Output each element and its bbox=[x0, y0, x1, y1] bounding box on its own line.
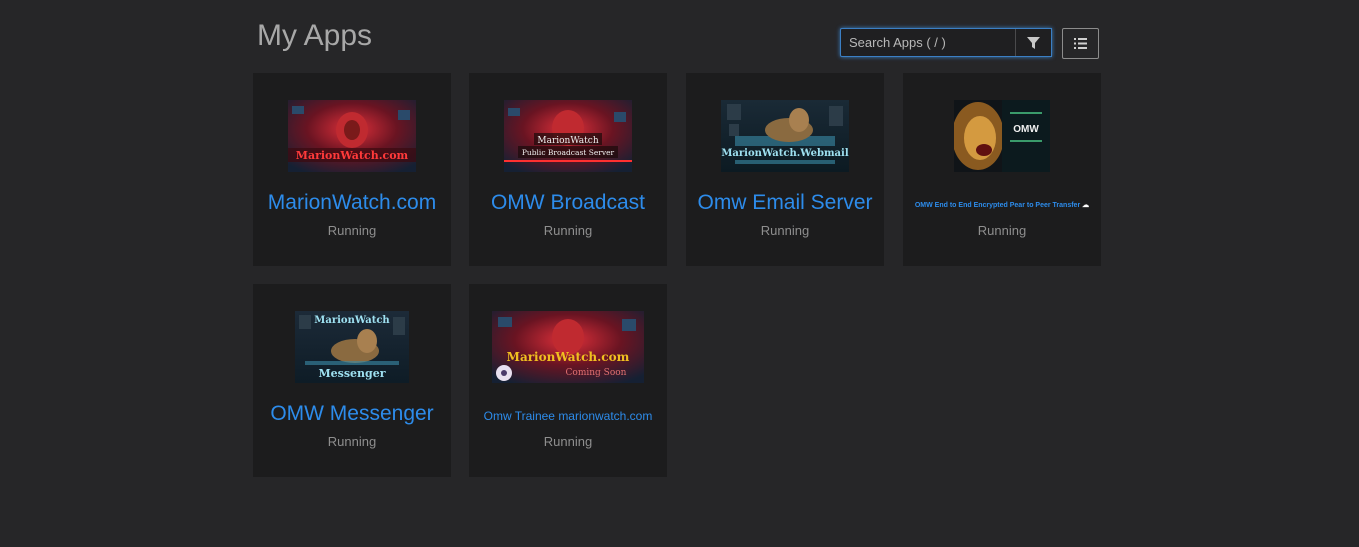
filter-icon bbox=[1027, 36, 1040, 49]
thumb-caption: MarionWatch bbox=[537, 136, 598, 146]
filter-button[interactable] bbox=[1015, 29, 1051, 56]
cloud-icon: ☁ bbox=[1082, 202, 1090, 209]
app-card-p2p-transfer[interactable]: OMW OMW End to End Encrypted Pear to Pee… bbox=[903, 73, 1101, 266]
app-thumbnail: MarionWatch.com bbox=[288, 100, 416, 172]
app-title[interactable]: OMW End to End Encrypted Pear to Peer Tr… bbox=[903, 201, 1101, 209]
thumb-subcaption: Public Broadcast Server bbox=[522, 148, 615, 157]
page-title: My Apps bbox=[257, 19, 373, 52]
thumb-caption: MarionWatch.Webmail bbox=[721, 148, 848, 159]
app-thumbnail: MarionWatch.com Coming Soon bbox=[492, 311, 644, 383]
search-input[interactable] bbox=[841, 29, 1017, 56]
app-status: Running bbox=[760, 223, 810, 238]
app-status: Running bbox=[543, 223, 593, 238]
list-view-icon bbox=[1074, 38, 1087, 49]
app-title[interactable]: OMW Broadcast bbox=[469, 191, 667, 215]
app-card-marionwatch[interactable]: MarionWatch.com MarionWatch.com Running bbox=[253, 73, 451, 266]
app-status: Running bbox=[977, 223, 1027, 238]
app-thumbnail: MarionWatch Public Broadcast Server bbox=[504, 100, 632, 172]
app-card-trainee[interactable]: MarionWatch.com Coming Soon Omw Trainee … bbox=[469, 284, 667, 477]
list-view-button[interactable] bbox=[1062, 28, 1099, 59]
thumb-caption: MarionWatch.com bbox=[507, 350, 630, 364]
app-title[interactable]: Omw Trainee marionwatch.com bbox=[469, 409, 667, 423]
thumb-caption: OMW bbox=[1013, 124, 1039, 135]
app-card-broadcast[interactable]: MarionWatch Public Broadcast Server OMW … bbox=[469, 73, 667, 266]
thumb-caption: MarionWatch.com bbox=[296, 149, 409, 162]
app-card-messenger[interactable]: MarionWatch Messenger OMW Messenger Runn… bbox=[253, 284, 451, 477]
app-title[interactable]: OMW Messenger bbox=[253, 402, 451, 426]
app-status: Running bbox=[327, 434, 377, 449]
app-title[interactable]: Omw Email Server bbox=[686, 191, 884, 215]
apps-page: My Apps Search Apps (/) MarionWatch.co… bbox=[253, 0, 1102, 547]
app-thumbnail: MarionWatch.Webmail bbox=[721, 100, 849, 172]
app-status: Running bbox=[327, 223, 377, 238]
app-thumbnail: MarionWatch Messenger bbox=[295, 311, 409, 383]
app-thumbnail: OMW bbox=[954, 100, 1050, 172]
search-box bbox=[840, 28, 1052, 57]
thumb-subcaption: Messenger bbox=[318, 367, 385, 380]
app-card-email[interactable]: MarionWatch.Webmail Omw Email Server Run… bbox=[686, 73, 884, 266]
thumb-caption: MarionWatch bbox=[314, 315, 390, 326]
thumb-subcaption: Coming Soon bbox=[566, 368, 627, 378]
app-status: Running bbox=[543, 434, 593, 449]
app-title[interactable]: MarionWatch.com bbox=[253, 191, 451, 215]
